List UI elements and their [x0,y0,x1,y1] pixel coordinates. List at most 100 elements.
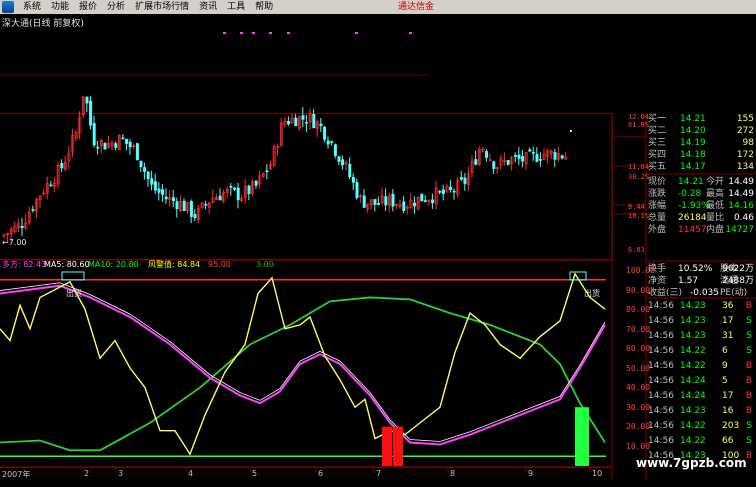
candle-down [373,199,377,205]
stat-row: 总量 26184 量比 0.46 [646,212,756,224]
stat-label: 总量 [648,213,667,223]
bid-price: 14.17 [680,162,706,172]
candle-down [193,213,197,218]
candle-down [323,126,327,140]
tick-row: 14:56 14.22 6 S [646,346,756,357]
tick-row: 14:56 14.24 5 B [646,376,756,387]
stat2-value: -0.035 [690,288,720,298]
tick-side: S [746,331,752,341]
indicator-legend-item: 3.00 [256,260,274,269]
date-axis: 2007年 2 3 4 5 6 7 8 9 10 [0,467,612,480]
bid-price: 14.20 [680,126,706,136]
stat2-row: 收益(三) -0.035 PE(动) [646,287,756,299]
bid-price: 14.18 [680,150,706,160]
candle-down [218,195,222,201]
tick-volume: 203 [722,421,740,431]
tick-time: 14:56 [648,436,674,446]
stat-label: 外盘 [648,225,667,235]
candle-down [247,185,251,195]
candle-down [535,154,539,162]
candle-down [294,117,298,127]
indicator-legend-item: 多方: 82.43 [2,260,47,269]
tick-volume: 17 [722,391,734,401]
candle-down [362,195,366,208]
tick-row: 14:56 14.23 31 S [646,331,756,342]
candle-down [312,114,316,129]
tick-volume: 31 [722,331,734,341]
stat2-label: 收益(三) [648,288,683,298]
candle-down [539,159,543,161]
green-signal-bar [575,407,589,466]
indicator-axis: 100.00 90.00 80.00 70.00 60.00 50.00 40.00 30.0… [612,262,655,468]
stat-value-2: 14727 [725,225,754,235]
stat-value-2: 14.49 [728,189,754,199]
candle-down [337,156,341,162]
candle-down [423,200,427,202]
date-label: 5 [252,469,258,478]
candle-down [319,123,323,126]
indicator-axis-label: 30.00 [626,402,651,412]
candle-down [485,151,489,158]
tick-volume: 5 [722,376,728,386]
candle-down [449,186,453,190]
tick-volume: 66 [722,436,734,446]
stat-value: -0.28 [678,189,702,199]
indicator-axis-label: 10.00 [626,441,651,451]
candle-down [143,167,147,172]
bid-label: 买二 [648,126,667,136]
indicator-axis-label: 50.00 [626,363,651,373]
red-signal-bar-1 [382,426,392,466]
indicator-axis-label: 100.00 [626,266,655,275]
tick-time: 14:56 [648,361,674,371]
tick-price: 14.23 [680,316,706,326]
candle-down [96,146,100,149]
marker-dot-4 [287,32,290,34]
candle-down [146,171,150,180]
tick-price: 14.22 [680,436,706,446]
candle-down [301,115,305,120]
stat2-value-2: 9622万 [722,264,754,274]
indicator-legend-item: MA5: 80.60 [44,260,90,269]
candle-down [341,159,345,166]
indicator-axis-label: 20.00 [626,422,651,431]
tick-time: 14:56 [648,376,674,386]
candle-down [204,204,208,206]
date-label: 3 [118,469,124,478]
candle-down [531,152,535,154]
tick-price: 14.24 [680,376,706,386]
stat-label-2: 最低 [706,201,725,211]
price-axis-label: 6.83 [628,246,645,254]
tick-time: 14:56 [648,316,674,326]
indicator-legend: 多方: 82.43 MA5: 80.60 MA10: 20.80 风警值: 84.84… [0,259,612,271]
date-label: 8 [450,469,456,478]
candle-down [528,149,532,152]
stat-row: 涨跌 -0.28 最高 14.49 [646,188,756,200]
marker-dot-3 [269,32,272,34]
indicator-axis-label: 90.00 [626,285,651,295]
bid-price: 14.21 [680,114,706,124]
candle-down [333,144,337,156]
candle-down [254,180,258,186]
date-label: 2 [84,469,90,478]
stat2-value: 1.57 [678,276,699,286]
candle-down [305,121,309,124]
tick-side: S [746,346,752,356]
tick-side: B [745,376,752,386]
magenta-indicator-line [0,284,606,446]
stat-label-2: 最高 [706,189,725,199]
bid-row: 买一 14.21 155 [646,113,756,125]
candle-down [128,141,132,148]
indicator-axis-label: 70.00 [626,324,651,334]
stat-label-2: 内盘 [706,225,725,235]
tick-time: 14:56 [648,406,674,416]
bid-label: 买一 [648,114,667,124]
stat-value: 14.21 [678,177,704,187]
date-label: 4 [188,469,194,478]
date-label: 7 [376,469,382,478]
stat-row: 外盘 11457 内盘 14727 [646,224,756,236]
candle-down [60,163,64,169]
candle-down [553,152,557,160]
candle-down [189,201,193,217]
price-axis: 12.04 61.8% 11.04 38.2% 8.44 18.1% 6.83 [612,113,649,259]
stat-value-2: 14.49 [728,177,754,187]
